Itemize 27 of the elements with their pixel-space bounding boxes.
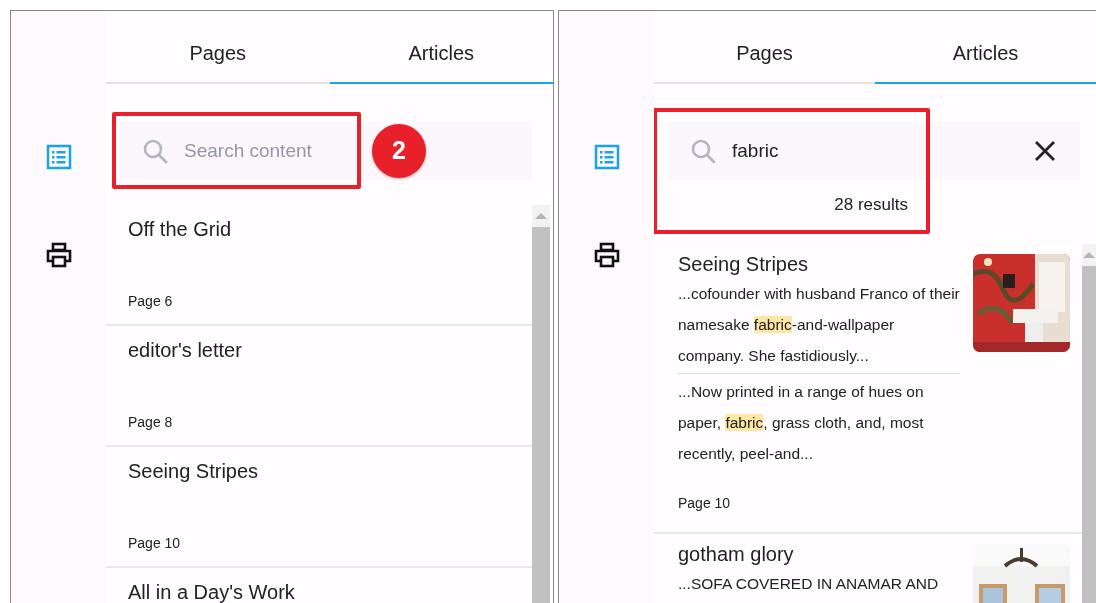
scrollbar[interactable] <box>1082 244 1096 603</box>
search-field[interactable]: Search content <box>184 136 374 166</box>
search-icon <box>690 138 716 164</box>
page-label: Page 6 <box>128 292 173 311</box>
tab[interactable]: Articles <box>329 11 553 84</box>
list-icon[interactable] <box>44 143 73 171</box>
result-snippet: ...cofounder with husband Franco of their namesake fabric-and-wallpaper company. She fastidiously... <box>678 276 960 374</box>
search-icon <box>142 138 168 164</box>
article-title[interactable]: editor's letter <box>128 338 242 362</box>
printer-icon[interactable] <box>592 241 621 269</box>
page-label: Page 10 <box>678 494 731 513</box>
article-title[interactable]: Seeing Stripes <box>128 459 259 483</box>
result-snippet: ...SOFA COVERED IN ANAMAR AND <box>678 574 940 594</box>
scrollbar[interactable] <box>532 205 550 603</box>
page-label: Page 8 <box>128 413 173 432</box>
result-count: 28 results <box>833 194 908 216</box>
article-title[interactable]: All in a Day's Work <box>128 580 295 603</box>
page-label: Page 10 <box>128 534 181 553</box>
article-title[interactable]: gotham glory <box>678 542 794 566</box>
list-icon[interactable] <box>592 143 621 171</box>
tab[interactable]: Articles <box>875 11 1096 84</box>
article-title[interactable]: Off the Grid <box>128 217 231 241</box>
tab[interactable]: Pages <box>106 11 330 84</box>
printer-icon[interactable] <box>44 241 73 269</box>
article-title[interactable]: Seeing Stripes <box>678 252 809 276</box>
tab[interactable]: Pages <box>654 11 875 84</box>
result-snippet: ...Now printed in a range of hues on paper, fabric, grass cloth, and, most recently, peel-and... <box>678 382 925 464</box>
